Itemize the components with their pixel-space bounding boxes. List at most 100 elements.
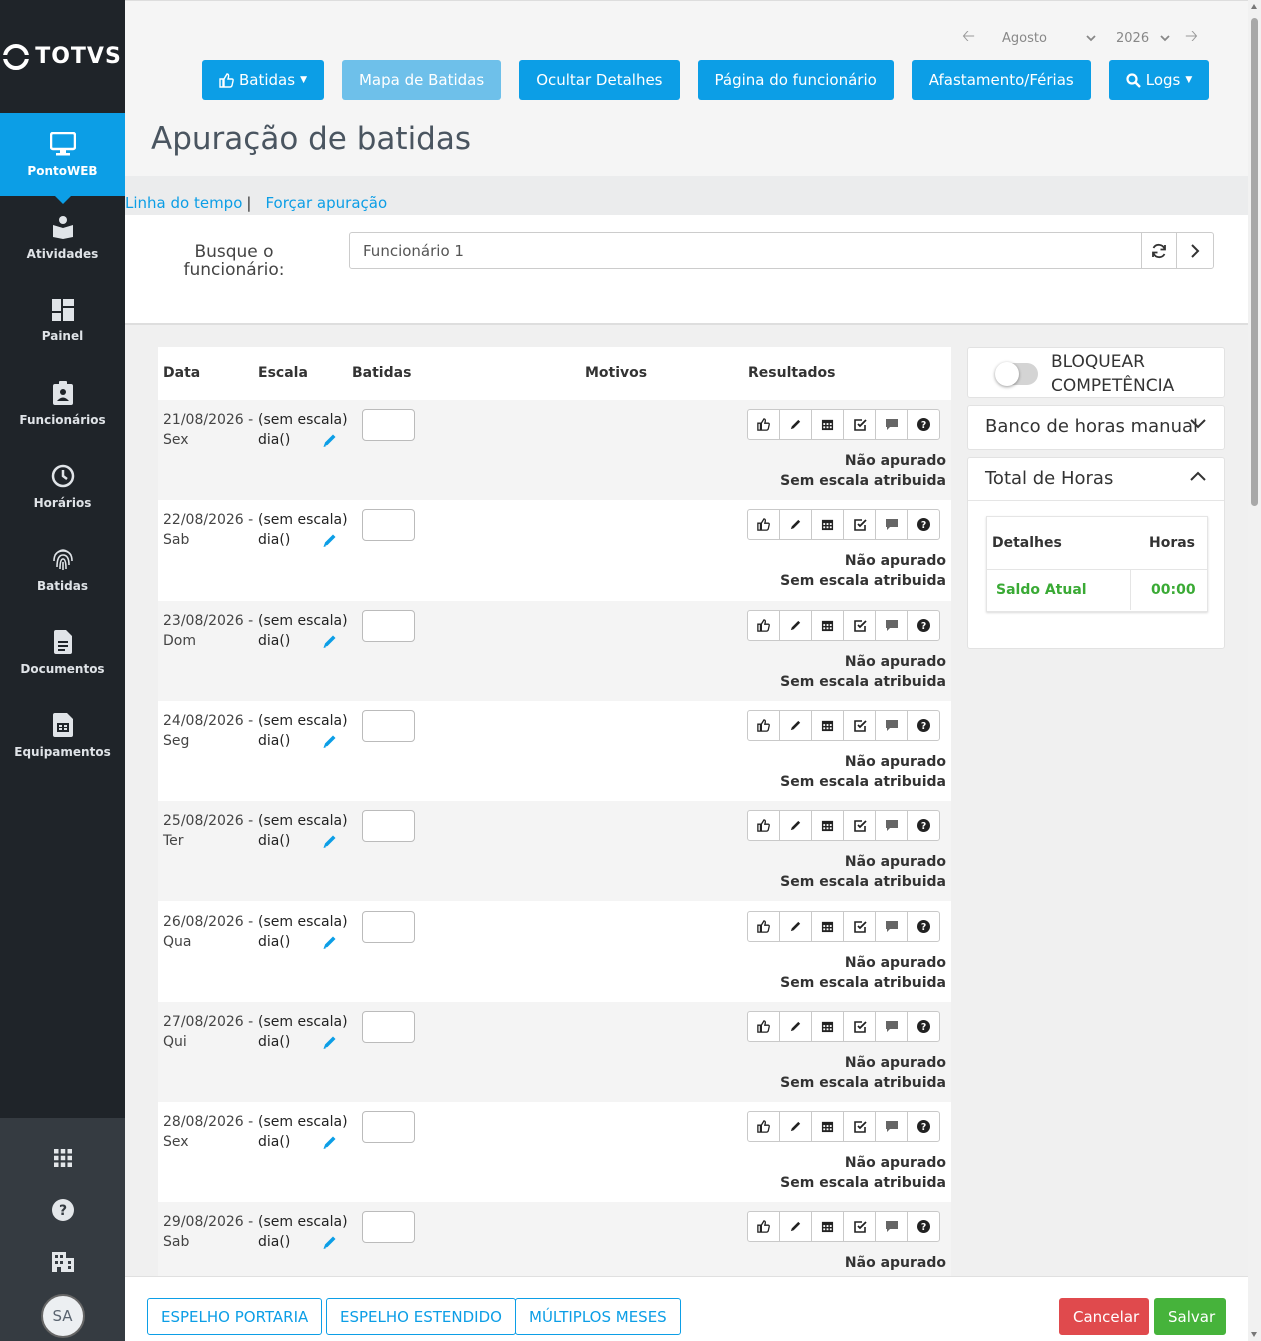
row-action-edit-check-button[interactable] xyxy=(843,509,876,540)
edit-escala-pencil-icon[interactable] xyxy=(322,432,338,448)
edit-escala-pencil-icon[interactable] xyxy=(322,934,338,950)
sidebar-item-funcionarios[interactable]: Funcionários xyxy=(0,362,125,445)
row-action-comment-button[interactable] xyxy=(875,1011,908,1042)
month-select[interactable]: Agosto xyxy=(984,31,1104,46)
row-action-edit-check-button[interactable] xyxy=(843,1211,876,1242)
row-action-calendar-button[interactable] xyxy=(811,810,844,841)
row-action-thumbs-up-button[interactable] xyxy=(747,1011,780,1042)
edit-escala-pencil-icon[interactable] xyxy=(322,1134,338,1150)
row-action-comment-button[interactable] xyxy=(875,1211,908,1242)
row-action-edit-check-button[interactable] xyxy=(843,610,876,641)
refresh-button[interactable] xyxy=(1141,232,1177,269)
row-action-pencil-button[interactable] xyxy=(779,409,812,440)
total-horas-header[interactable]: Total de Horas xyxy=(968,458,1224,501)
row-action-help-circle-button[interactable]: ? xyxy=(907,911,940,942)
help-button[interactable]: ? xyxy=(51,1184,74,1236)
next-month-arrow-icon[interactable]: 🡢 xyxy=(1176,25,1198,52)
cancel-button[interactable]: Cancelar xyxy=(1059,1298,1149,1335)
row-action-edit-check-button[interactable] xyxy=(843,710,876,741)
row-action-thumbs-up-button[interactable] xyxy=(747,509,780,540)
multiplos-meses-button[interactable]: MÚLTIPLOS MESES xyxy=(515,1298,681,1335)
sidebar-item-painel[interactable]: Painel xyxy=(0,279,125,362)
logs-dropdown-button[interactable]: Logs ▼ xyxy=(1108,60,1210,100)
row-action-pencil-button[interactable] xyxy=(779,911,812,942)
scroll-down-icon[interactable] xyxy=(1251,1332,1257,1337)
row-action-help-circle-button[interactable]: ? xyxy=(907,1211,940,1242)
row-action-pencil-button[interactable] xyxy=(779,710,812,741)
sidebar-item-atividades[interactable]: Atividades xyxy=(0,196,125,279)
espelho-estendido-button[interactable]: ESPELHO ESTENDIDO xyxy=(326,1298,516,1335)
row-action-comment-button[interactable] xyxy=(875,409,908,440)
batidas-input[interactable] xyxy=(362,1111,415,1143)
row-action-pencil-button[interactable] xyxy=(779,509,812,540)
banco-horas-header[interactable]: Banco de horas manual xyxy=(968,406,1224,449)
block-competencia-toggle[interactable] xyxy=(995,362,1038,386)
row-action-comment-button[interactable] xyxy=(875,810,908,841)
row-action-edit-check-button[interactable] xyxy=(843,409,876,440)
batidas-input[interactable] xyxy=(362,911,415,943)
row-action-thumbs-up-button[interactable] xyxy=(747,610,780,641)
row-action-calendar-button[interactable] xyxy=(811,1111,844,1142)
row-action-pencil-button[interactable] xyxy=(779,810,812,841)
row-action-help-circle-button[interactable]: ? xyxy=(907,610,940,641)
force-apuracao-link[interactable]: Forçar apuração xyxy=(265,194,387,212)
row-action-comment-button[interactable] xyxy=(875,710,908,741)
row-action-thumbs-up-button[interactable] xyxy=(747,810,780,841)
ocultar-detalhes-button[interactable]: Ocultar Detalhes xyxy=(519,60,680,100)
row-action-comment-button[interactable] xyxy=(875,610,908,641)
timeline-link[interactable]: Linha do tempo xyxy=(125,194,242,212)
page-scrollbar[interactable] xyxy=(1248,0,1261,1341)
prev-month-arrow-icon[interactable]: 🡠 xyxy=(962,25,984,52)
row-action-edit-check-button[interactable] xyxy=(843,1111,876,1142)
sidebar-item-equipamentos[interactable]: Equipamentos xyxy=(0,694,125,777)
row-action-calendar-button[interactable] xyxy=(811,409,844,440)
batidas-input[interactable] xyxy=(362,409,415,441)
batidas-dropdown-button[interactable]: Batidas ▼ xyxy=(202,60,324,100)
espelho-portaria-button[interactable]: ESPELHO PORTARIA xyxy=(147,1298,323,1335)
row-action-help-circle-button[interactable]: ? xyxy=(907,509,940,540)
scrollbar-thumb[interactable] xyxy=(1251,18,1258,506)
employee-search-input[interactable] xyxy=(349,232,1142,269)
row-action-help-circle-button[interactable]: ? xyxy=(907,409,940,440)
afastamento-ferias-button[interactable]: Afastamento/Férias xyxy=(911,60,1091,100)
banco-horas-accordion[interactable]: Banco de horas manual xyxy=(967,405,1225,450)
batidas-input[interactable] xyxy=(362,710,415,742)
company-button[interactable] xyxy=(51,1236,74,1288)
edit-escala-pencil-icon[interactable] xyxy=(322,833,338,849)
row-action-comment-button[interactable] xyxy=(875,911,908,942)
row-action-calendar-button[interactable] xyxy=(811,911,844,942)
row-action-thumbs-up-button[interactable] xyxy=(747,1111,780,1142)
edit-escala-pencil-icon[interactable] xyxy=(322,633,338,649)
save-button[interactable]: Salvar xyxy=(1154,1298,1226,1335)
sidebar-item-documentos[interactable]: Documentos xyxy=(0,611,125,694)
sidebar-item-horarios[interactable]: Horários xyxy=(0,445,125,528)
row-action-thumbs-up-button[interactable] xyxy=(747,1211,780,1242)
row-action-thumbs-up-button[interactable] xyxy=(747,911,780,942)
edit-escala-pencil-icon[interactable] xyxy=(322,1034,338,1050)
sidebar-item-pontoweb[interactable]: PontoWEB xyxy=(0,113,125,204)
row-action-thumbs-up-button[interactable] xyxy=(747,409,780,440)
row-action-calendar-button[interactable] xyxy=(811,1011,844,1042)
row-action-help-circle-button[interactable]: ? xyxy=(907,710,940,741)
row-action-edit-check-button[interactable] xyxy=(843,1011,876,1042)
row-action-pencil-button[interactable] xyxy=(779,1111,812,1142)
mapa-batidas-button[interactable]: Mapa de Batidas xyxy=(341,60,502,100)
edit-escala-pencil-icon[interactable] xyxy=(322,1234,338,1250)
batidas-input[interactable] xyxy=(362,810,415,842)
batidas-input[interactable] xyxy=(362,1011,415,1043)
next-employee-button[interactable] xyxy=(1176,232,1214,269)
year-select[interactable]: 2026 xyxy=(1104,31,1176,46)
row-action-comment-button[interactable] xyxy=(875,1111,908,1142)
row-action-help-circle-button[interactable]: ? xyxy=(907,1011,940,1042)
avatar[interactable]: SA xyxy=(40,1294,85,1338)
row-action-help-circle-button[interactable]: ? xyxy=(907,810,940,841)
batidas-input[interactable] xyxy=(362,1211,415,1243)
edit-escala-pencil-icon[interactable] xyxy=(322,733,338,749)
row-action-edit-check-button[interactable] xyxy=(843,911,876,942)
row-action-pencil-button[interactable] xyxy=(779,610,812,641)
row-action-calendar-button[interactable] xyxy=(811,1211,844,1242)
row-action-calendar-button[interactable] xyxy=(811,710,844,741)
batidas-input[interactable] xyxy=(362,610,415,642)
edit-escala-pencil-icon[interactable] xyxy=(322,532,338,548)
totvs-logo[interactable]: TOTVS xyxy=(0,0,125,113)
